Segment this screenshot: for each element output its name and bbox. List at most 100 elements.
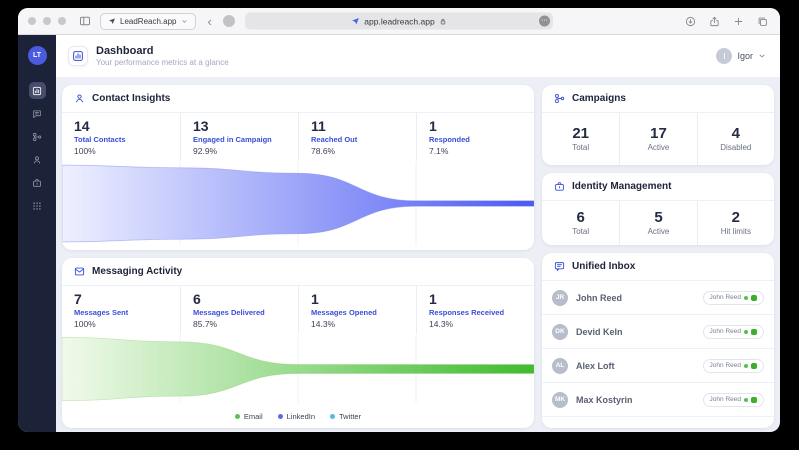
member-name: Alex Loft (576, 360, 615, 371)
stat-value: 5 (654, 209, 663, 226)
card-title: Contact Insights (92, 93, 171, 104)
identity-stats: 6 Total 5 Active 2 Hit limits (542, 201, 774, 245)
stat-campaigns-total: 21 Total (542, 113, 619, 165)
stat-engaged: 13 Engaged in Campaign 92.9% (180, 113, 298, 161)
badge-label: John Reed (709, 328, 741, 335)
avatar: JR (552, 289, 568, 306)
stat-label: Total (572, 227, 590, 236)
main-area: Dashboard Your performance metrics at a … (56, 35, 780, 432)
stat-pct: 14.3% (311, 318, 336, 329)
stat-value: 13 (193, 118, 209, 134)
stat-label: Responded (429, 134, 470, 144)
stat-total-contacts: 14 Total Contacts 100% (62, 113, 180, 161)
legend-label: Twitter (339, 411, 362, 421)
stat-pct: 100% (74, 318, 96, 329)
channel-badge[interactable]: John Reed (702, 290, 764, 305)
contact-funnel-chart (62, 161, 534, 246)
stat-value: 6 (193, 291, 201, 307)
window-controls[interactable] (28, 17, 66, 25)
legend-label: LinkedIn (286, 411, 316, 421)
stat-pct: 85.7% (193, 318, 218, 329)
page-icon (68, 46, 88, 66)
identity-management-card: Identity Management 6 Total 5 Active 2 Hit … (542, 173, 774, 245)
stat-campaigns-disabled: 4 Disabled (696, 113, 774, 165)
inbox-header: Unified Inbox (542, 253, 774, 281)
stat-value: 2 (731, 209, 740, 226)
user-name: Igor (737, 51, 753, 61)
stat-pct: 14.3% (429, 318, 454, 329)
new-tab-icon[interactable] (733, 16, 744, 27)
tab-overview-icon[interactable] (757, 16, 768, 27)
dashboard-icon (72, 50, 84, 62)
stat-identity-active: 5 Active (619, 201, 696, 245)
toolbar-actions (685, 16, 768, 27)
stat-label: Reached Out (311, 134, 358, 144)
share-icon[interactable] (709, 16, 720, 27)
linkedin-channel-icon (751, 328, 757, 335)
back-button[interactable]: ‹ (208, 15, 212, 28)
channel-badge[interactable]: John Reed (702, 358, 764, 373)
badge-label: John Reed (709, 396, 741, 403)
avatar: MK (552, 391, 568, 408)
unified-inbox-card: Unified Inbox JR John Reed John Reed DK … (542, 253, 774, 428)
sidebar-toggle-icon[interactable] (79, 15, 91, 27)
stat-label: Total (572, 143, 590, 152)
inbox-row-alex-loft[interactable]: AL Alex Loft John Reed (542, 349, 774, 383)
channel-badge[interactable]: John Reed (702, 392, 764, 407)
briefcase-icon (32, 178, 42, 188)
badge-label: John Reed (709, 362, 741, 369)
legend-item-email[interactable]: Email (234, 412, 263, 421)
stat-value: 1 (429, 118, 437, 134)
status-dot-icon (744, 295, 748, 300)
stat-pct: 7.1% (429, 145, 449, 156)
chart-legend: Email LinkedIn Twitter (62, 408, 534, 424)
stat-label: Active (647, 227, 670, 236)
legend-item-linkedin[interactable]: LinkedIn (277, 411, 316, 421)
member-name: Max Kostyrin (576, 394, 633, 405)
stat-pct: 78.6% (311, 145, 336, 156)
sidebar-item-dashboard[interactable] (28, 82, 46, 99)
contact-stats: 14 Total Contacts 100% 13 Engaged in Cam… (62, 113, 534, 161)
stat-value: 4 (731, 125, 740, 142)
stat-messages-sent: 7 Messages Sent 100% (62, 286, 180, 334)
stat-pct: 92.9% (193, 145, 218, 156)
campaigns-card: Campaigns 21 Total 17 Active 4 Disabled (542, 85, 774, 165)
close-window-button[interactable] (28, 17, 36, 25)
inbox-row-devid-keln[interactable]: DK Devid Keln John Reed (542, 315, 774, 349)
downloads-icon[interactable] (685, 16, 696, 27)
extension-icon[interactable] (222, 15, 235, 27)
stat-label: Messages Sent (74, 307, 129, 317)
sidebar-item-contacts[interactable] (29, 151, 46, 168)
inbox-row-max-kostyrin[interactable]: MK Max Kostyrin John Reed (542, 383, 774, 417)
address-bar[interactable]: app.leadreach.app ⋯ (245, 12, 553, 30)
chat-icon (32, 109, 42, 119)
legend-item-twitter[interactable]: Twitter (330, 412, 361, 421)
lock-icon (439, 17, 447, 25)
inbox-row-john-reed[interactable]: JR John Reed John Reed (542, 281, 774, 315)
card-title: Messaging Activity (92, 266, 183, 277)
card-title: Identity Management (572, 181, 672, 192)
browser-toolbar: LeadReach.app ‹ app.leadreach.app ⋯ (18, 8, 780, 35)
sidebar-item-apps[interactable] (29, 197, 46, 214)
more-options-icon[interactable]: ⋯ (539, 15, 550, 27)
channel-badge[interactable]: John Reed (702, 324, 764, 339)
stat-messages-opened: 1 Messages Opened 14.3% (298, 286, 416, 334)
status-dot-icon (744, 363, 748, 368)
stat-label: Active (647, 143, 670, 152)
zoom-window-button[interactable] (58, 17, 66, 25)
avatar: AL (552, 357, 568, 374)
avatar: DK (552, 323, 568, 340)
workspace-avatar[interactable]: LT (27, 46, 47, 65)
app-sidebar: LT (18, 35, 56, 432)
minimize-window-button[interactable] (43, 17, 51, 25)
sidebar-item-identity[interactable] (29, 174, 46, 191)
tab-label: LeadReach.app (120, 16, 177, 26)
linkedin-channel-icon (751, 294, 757, 301)
sidebar-item-messages[interactable] (29, 105, 46, 122)
browser-tab[interactable]: LeadReach.app (100, 12, 196, 30)
messaging-header: Messaging Activity (62, 258, 534, 286)
stat-responses-received: 1 Responses Received 14.3% (416, 286, 534, 334)
sidebar-item-campaigns[interactable] (29, 128, 46, 145)
linkedin-channel-icon (751, 362, 757, 369)
user-menu[interactable]: I Igor (716, 48, 766, 64)
